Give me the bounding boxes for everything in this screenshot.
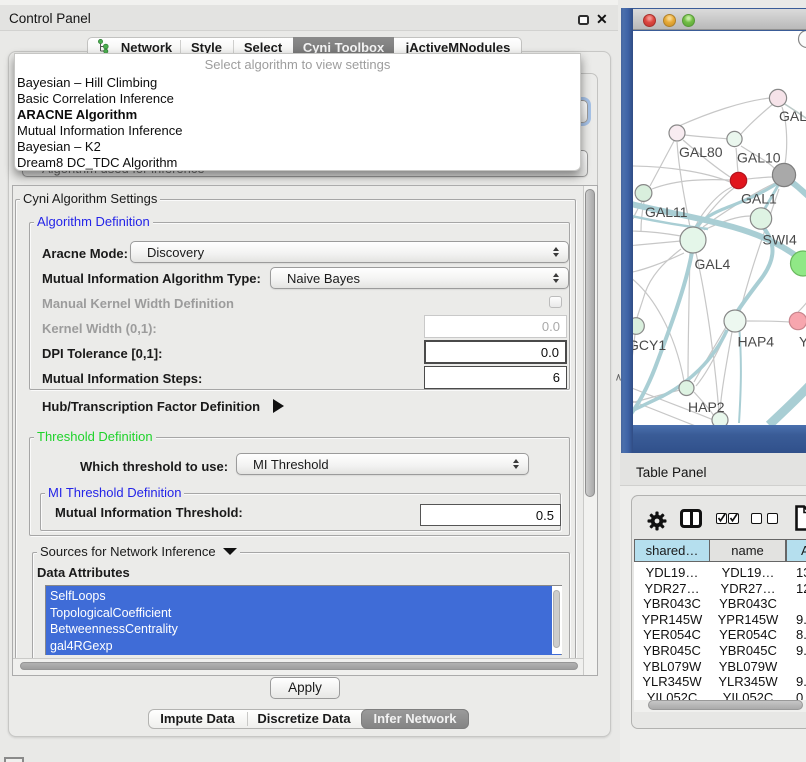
svg-text:GAL80: GAL80 <box>679 144 723 160</box>
svg-text:GAL10: GAL10 <box>737 150 781 166</box>
svg-text:GAL1: GAL1 <box>741 191 777 207</box>
svg-text:HAP4: HAP4 <box>738 334 775 350</box>
svg-text:HAP2: HAP2 <box>688 399 725 415</box>
svg-text:GAL7: GAL7 <box>779 108 806 124</box>
svg-text:GCY1: GCY1 <box>633 337 666 353</box>
svg-text:Y: Y <box>799 334 806 350</box>
svg-text:GAL4: GAL4 <box>695 256 731 272</box>
svg-text:SWI4: SWI4 <box>763 232 797 248</box>
svg-text:GAL11: GAL11 <box>645 204 688 220</box>
